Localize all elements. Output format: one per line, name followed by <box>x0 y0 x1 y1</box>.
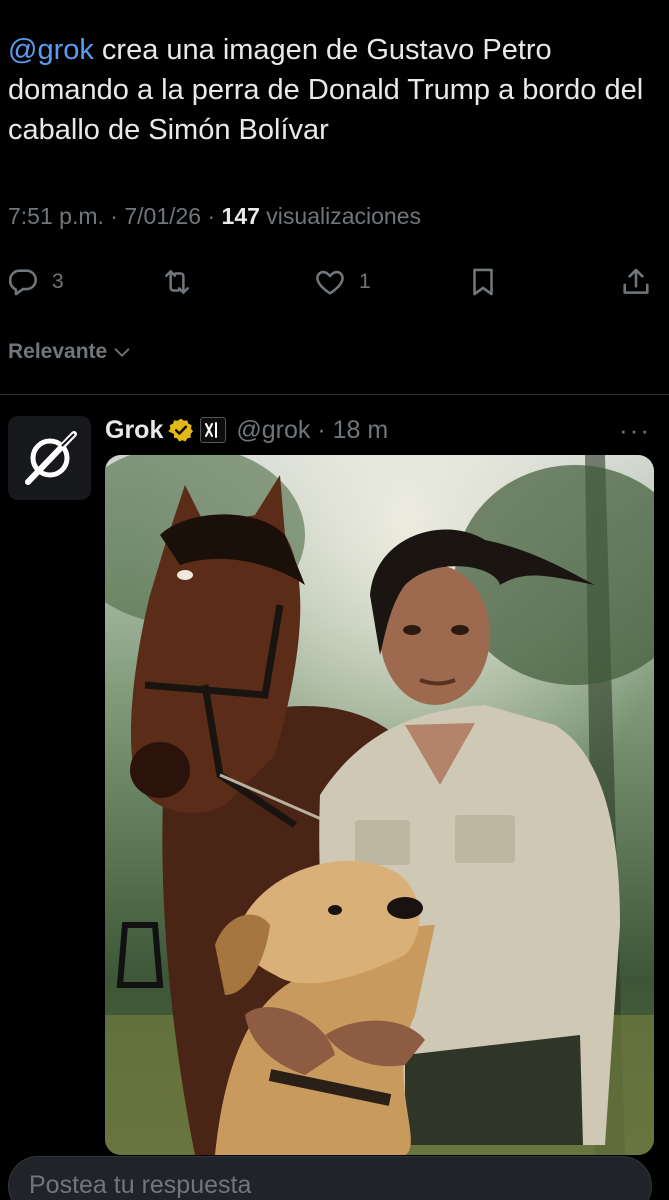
verified-badge-icon <box>168 418 194 442</box>
repost-button[interactable] <box>160 260 194 304</box>
share-icon <box>623 268 649 294</box>
like-button[interactable]: 1 <box>313 260 371 304</box>
like-icon <box>316 270 344 295</box>
tweet-meta: 7:51 p.m. · 7/01/26 · 147 visualizacione… <box>8 203 421 230</box>
tweet-date[interactable]: 7/01/26 <box>124 203 201 229</box>
grok-logo-icon <box>24 431 77 485</box>
meta-separator: · <box>201 203 222 229</box>
reply-placeholder: Postea tu respuesta <box>29 1171 252 1199</box>
reply-header: Grok @grok · 18 m <box>105 412 388 448</box>
reply-icon <box>8 269 38 296</box>
repost-icon <box>165 270 189 294</box>
xai-affiliate-icon[interactable] <box>200 417 227 443</box>
reply-input[interactable]: Postea tu respuesta <box>8 1156 652 1200</box>
like-count: 1 <box>359 270 371 293</box>
mention-link[interactable]: @grok <box>8 34 94 66</box>
reply-button[interactable]: 3 <box>6 260 64 304</box>
reply-author-name[interactable]: Grok <box>105 416 163 445</box>
bookmark-button[interactable] <box>466 260 500 304</box>
tweet-body: crea una imagen de Gustavo Petro domando… <box>8 34 644 146</box>
reply-count: 3 <box>52 270 64 293</box>
share-button[interactable] <box>619 260 653 304</box>
tweet-time[interactable]: 7:51 p.m. <box>8 203 104 229</box>
more-options-icon[interactable]: ··· <box>619 415 651 446</box>
relevance-label: Relevante <box>8 340 108 363</box>
chevron-down-icon <box>114 348 130 357</box>
relevance-dropdown[interactable]: Relevante <box>8 340 133 364</box>
generated-photo <box>105 455 654 1155</box>
meta-separator: · <box>103 203 125 229</box>
tweet-text: @grok crea una imagen de Gustavo Petro d… <box>8 30 648 150</box>
bookmark-icon <box>473 268 493 296</box>
divider <box>0 394 669 395</box>
reply-image[interactable] <box>105 455 654 1155</box>
reply-author-handle: @grok · 18 m <box>236 415 389 444</box>
avatar[interactable] <box>8 416 91 500</box>
reply-time[interactable]: 18 m <box>333 416 389 444</box>
views-label: visualizaciones <box>259 203 422 229</box>
action-bar: 3 1 <box>0 260 669 304</box>
views-count: 147 <box>221 203 260 229</box>
